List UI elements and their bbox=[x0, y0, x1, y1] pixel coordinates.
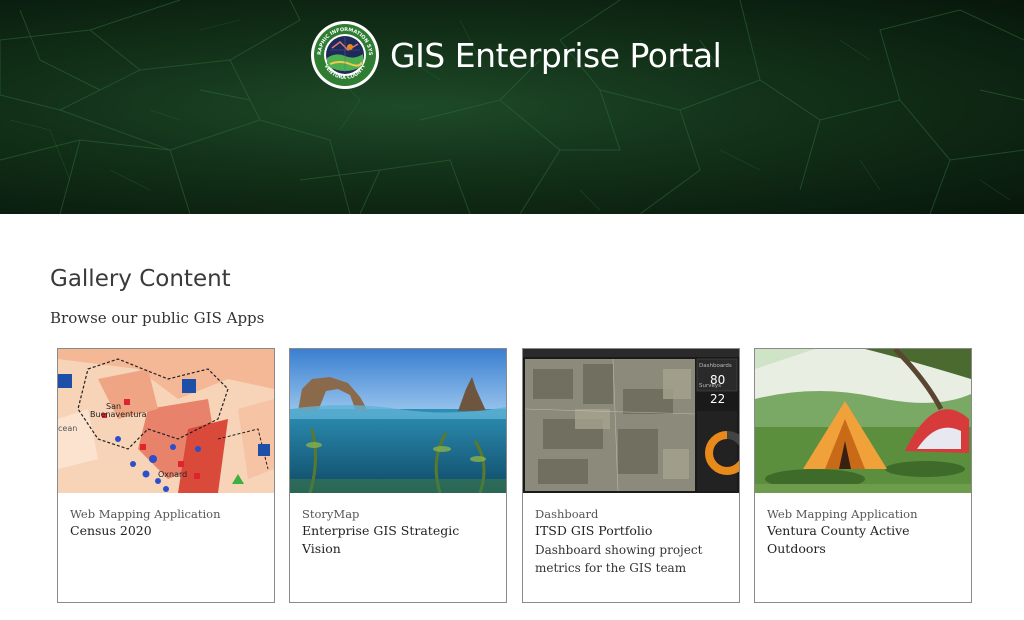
gallery-card-census[interactable]: San Buenaventura Oxnard cean Web Mapping… bbox=[57, 348, 275, 603]
card-type: Web Mapping Application bbox=[70, 507, 221, 521]
card-type: StoryMap bbox=[302, 507, 360, 521]
map-label-oxnard: Oxnard bbox=[158, 470, 187, 479]
card-info: Dashboard ITSD GIS Portfolio Dashboard s… bbox=[523, 493, 739, 577]
card-title[interactable]: Ventura County Active Outdoors bbox=[767, 522, 959, 558]
gallery-heading: Gallery Content bbox=[50, 266, 231, 292]
gallery-subheading: Browse our public GIS Apps bbox=[50, 309, 265, 327]
gallery-card-dashboard[interactable]: Dashboards 80 Surveys 22 Dashboard ITSD … bbox=[522, 348, 740, 603]
gallery-card-outdoors[interactable]: Web Mapping Application Ventura County A… bbox=[754, 348, 972, 603]
card-type: Web Mapping Application bbox=[767, 507, 918, 521]
card-type: Dashboard bbox=[535, 507, 599, 521]
card-title[interactable]: Enterprise GIS Strategic Vision bbox=[302, 522, 494, 558]
map-label-buenaventura: Buenaventura bbox=[90, 410, 147, 419]
card-info: Web Mapping Application Ventura County A… bbox=[755, 493, 971, 558]
dashboard-thumbnail[interactable]: Dashboards 80 Surveys 22 bbox=[523, 349, 739, 493]
ocean-arch-photo[interactable] bbox=[290, 349, 506, 493]
card-info: Web Mapping Application Census 2020 bbox=[58, 493, 274, 540]
gallery-card-storymap[interactable]: StoryMap Enterprise GIS Strategic Vision bbox=[289, 348, 507, 603]
portal-title: GIS Enterprise Portal bbox=[390, 35, 722, 75]
card-info: StoryMap Enterprise GIS Strategic Vision bbox=[290, 493, 506, 558]
dashboard-count-label: Dashboards bbox=[699, 363, 732, 369]
header-banner: GEOGRAPHIC INFORMATION SYSTEMS VENTURA C… bbox=[0, 0, 1024, 214]
card-description: Dashboard showing project metrics for th… bbox=[535, 543, 703, 575]
county-seal-logo[interactable]: GEOGRAPHIC INFORMATION SYSTEMS VENTURA C… bbox=[310, 20, 380, 90]
card-title[interactable]: ITSD GIS Portfolio bbox=[535, 522, 727, 540]
camping-tent-photo[interactable] bbox=[755, 349, 971, 493]
card-title[interactable]: Census 2020 bbox=[70, 522, 262, 540]
survey-count-value: 22 bbox=[710, 392, 725, 406]
survey-count-label: Surveys bbox=[699, 383, 721, 389]
map-label-ocean: cean bbox=[58, 424, 77, 433]
census-map-thumbnail[interactable]: San Buenaventura Oxnard cean bbox=[58, 349, 274, 493]
portal-title-group: GEOGRAPHIC INFORMATION SYSTEMS VENTURA C… bbox=[310, 20, 722, 90]
